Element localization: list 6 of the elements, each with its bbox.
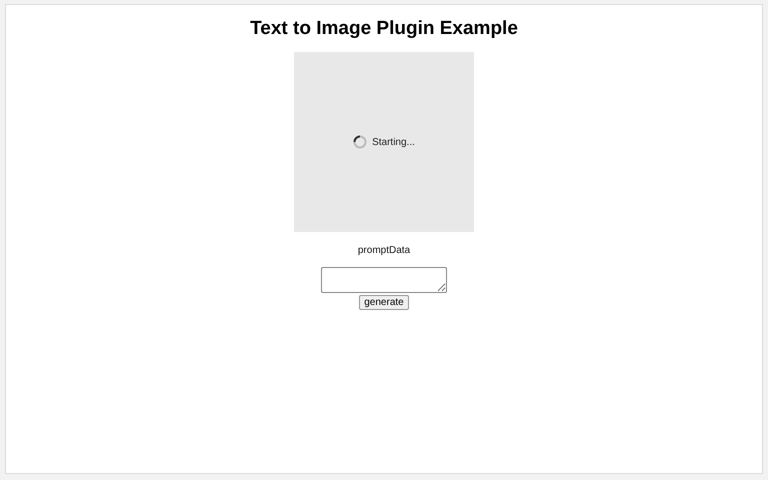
page-title: Text to Image Plugin Example <box>250 18 518 40</box>
generate-button[interactable]: generate <box>359 295 409 310</box>
prompt-field[interactable] <box>321 267 447 293</box>
prompt-label: promptData <box>358 245 410 256</box>
spinner-icon <box>353 135 368 149</box>
status-text: Starting... <box>372 136 415 148</box>
